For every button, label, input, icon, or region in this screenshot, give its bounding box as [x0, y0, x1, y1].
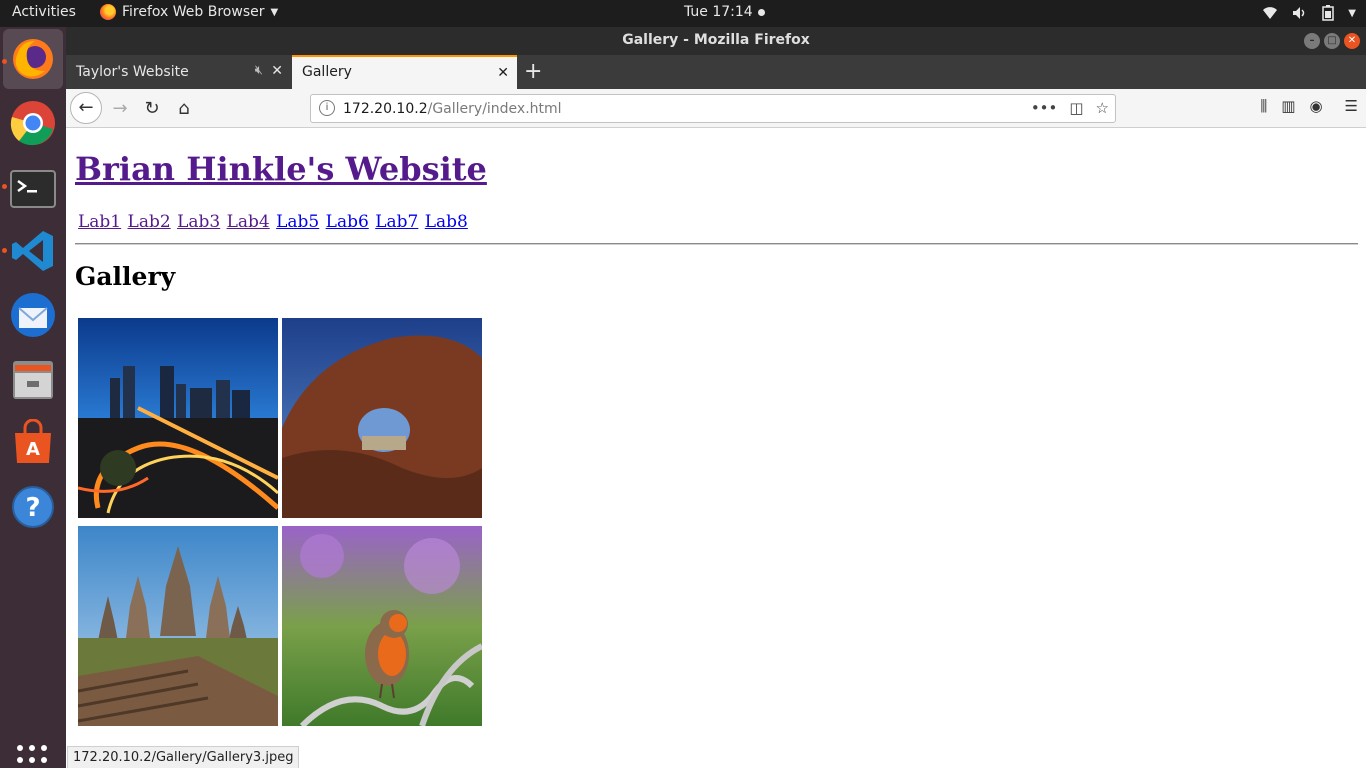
- running-indicator-icon: [2, 184, 7, 189]
- maximize-button[interactable]: □: [1324, 33, 1340, 49]
- clock-label: Tue 17:14: [684, 4, 753, 20]
- page-heading: Gallery: [75, 262, 176, 291]
- vscode-icon: [12, 231, 53, 271]
- dock-item-firefox[interactable]: [3, 29, 63, 89]
- mute-tab-icon[interactable]: 🔇︎: [255, 63, 263, 78]
- horizontal-rule: [75, 243, 1358, 245]
- system-tray[interactable]: ▼: [1262, 5, 1356, 21]
- page-actions-icon[interactable]: •••: [1031, 99, 1058, 117]
- nav-link-lab7[interactable]: Lab7: [375, 212, 418, 232]
- nav-link-lab2[interactable]: Lab2: [128, 212, 171, 232]
- thunderbird-icon: [11, 293, 55, 337]
- chevron-down-icon: ▼: [270, 6, 279, 18]
- running-indicator-icon: [2, 248, 7, 253]
- notification-dot-icon: [757, 8, 765, 16]
- firefox-icon: [100, 4, 116, 20]
- minimize-button[interactable]: –: [1304, 33, 1320, 49]
- dock: A ?: [0, 27, 66, 768]
- new-tab-button[interactable]: +: [524, 59, 542, 84]
- tab-label: Taylor's Website: [76, 64, 189, 80]
- nav-link-lab6[interactable]: Lab6: [326, 212, 369, 232]
- dock-item-files[interactable]: [9, 355, 57, 403]
- close-window-button[interactable]: ✕: [1344, 33, 1360, 49]
- bookmark-star-icon[interactable]: ☆: [1096, 99, 1109, 117]
- dock-item-chrome[interactable]: [9, 99, 57, 147]
- nav-link-lab1[interactable]: Lab1: [78, 212, 121, 232]
- dock-item-thunderbird[interactable]: [9, 291, 57, 339]
- url-host: 172.20.10.2: [343, 101, 428, 117]
- menu-icon[interactable]: ☰: [1345, 97, 1358, 115]
- battery-icon: [1322, 5, 1335, 21]
- gallery-image-city-night[interactable]: [78, 318, 278, 518]
- account-icon[interactable]: ◉: [1309, 97, 1322, 115]
- volume-icon: [1293, 7, 1305, 19]
- activities-button[interactable]: Activities: [12, 4, 76, 20]
- page-content: Brian Hinkle's Website Lab1 Lab2 Lab3 La…: [66, 128, 1366, 768]
- wifi-icon: [1263, 7, 1278, 19]
- tab-strip: Taylor's Website 🔇︎ ✕ Gallery ✕ +: [66, 55, 1366, 89]
- running-indicator-icon: [2, 59, 7, 64]
- forward-button[interactable]: →: [105, 94, 135, 124]
- nav-link-lab5[interactable]: Lab5: [276, 212, 319, 232]
- close-tab-icon[interactable]: ✕: [271, 63, 283, 79]
- sidebar-icon[interactable]: ▥: [1281, 97, 1295, 115]
- site-title-link[interactable]: Brian Hinkle's Website: [75, 150, 487, 188]
- nav-link-lab8[interactable]: Lab8: [425, 212, 468, 232]
- app-menu-label: Firefox Web Browser: [122, 4, 265, 20]
- site-info-icon[interactable]: i: [319, 100, 335, 116]
- app-menu[interactable]: Firefox Web Browser ▼: [100, 4, 278, 20]
- gallery-image-temple-ruins[interactable]: [78, 526, 278, 726]
- pocket-icon[interactable]: ◫: [1069, 99, 1083, 117]
- show-applications-icon[interactable]: [17, 745, 47, 768]
- software-icon: A: [15, 419, 51, 463]
- chrome-icon: [10, 101, 55, 146]
- dock-item-help[interactable]: ?: [9, 483, 57, 531]
- lab-nav: Lab1 Lab2 Lab3 Lab4 Lab5 Lab6 Lab7 Lab8: [78, 212, 469, 232]
- back-button[interactable]: ←: [70, 92, 102, 124]
- nav-link-lab3[interactable]: Lab3: [177, 212, 220, 232]
- tab-taylors-website[interactable]: Taylor's Website 🔇︎ ✕: [66, 55, 291, 89]
- system-menu-chevron-icon: ▼: [1348, 7, 1356, 19]
- clock[interactable]: Tue 17:14: [684, 4, 765, 20]
- gallery-image-robin[interactable]: [282, 526, 482, 726]
- tab-label: Gallery: [302, 64, 352, 80]
- navigation-toolbar: ← → ↻ ⌂ i 172.20.10.2/Gallery/index.html…: [66, 89, 1366, 128]
- url-path: /Gallery/index.html: [427, 101, 562, 117]
- terminal-icon: [10, 170, 56, 208]
- files-icon: [13, 361, 53, 399]
- url-bar[interactable]: i 172.20.10.2/Gallery/index.html ••• ◫ ☆: [310, 94, 1116, 123]
- gallery-image-stone-arch[interactable]: [282, 318, 482, 518]
- svg-text:A: A: [26, 439, 40, 460]
- help-icon: ?: [12, 486, 54, 528]
- library-icon[interactable]: ⫼: [1260, 97, 1267, 115]
- nav-link-lab4[interactable]: Lab4: [227, 212, 270, 232]
- firefox-icon: [13, 39, 53, 79]
- tab-gallery[interactable]: Gallery ✕: [292, 55, 517, 89]
- home-button[interactable]: ⌂: [169, 94, 199, 124]
- dock-item-vscode[interactable]: [9, 227, 57, 275]
- dock-item-terminal[interactable]: [9, 165, 57, 213]
- reload-button[interactable]: ↻: [137, 94, 167, 124]
- window-titlebar: Gallery - Mozilla Firefox – □ ✕: [66, 27, 1366, 55]
- top-bar: Activities Firefox Web Browser ▼ Tue 17:…: [0, 0, 1366, 27]
- window-title: Gallery - Mozilla Firefox: [622, 32, 810, 48]
- link-status-bar: 172.20.10.2/Gallery/Gallery3.jpeg: [67, 746, 300, 768]
- url-text[interactable]: 172.20.10.2/Gallery/index.html: [343, 101, 562, 117]
- close-tab-icon[interactable]: ✕: [497, 65, 509, 81]
- svg-text:?: ?: [25, 493, 40, 523]
- dock-item-ubuntu-software[interactable]: A: [9, 419, 57, 467]
